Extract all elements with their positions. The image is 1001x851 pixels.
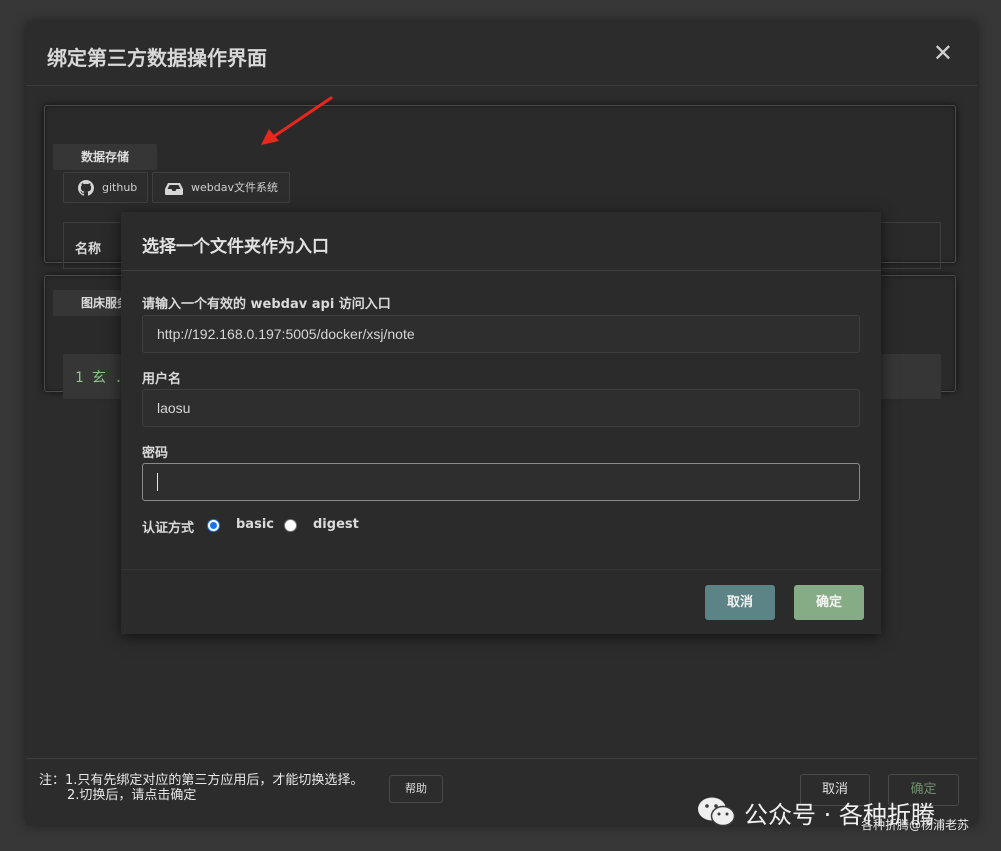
username-label: 用户名 [142, 372, 182, 387]
url-label: 请输入一个有效的 webdav api 访问入口 [142, 297, 391, 312]
radio-digest[interactable] [284, 519, 297, 532]
dialog-title: 选择一个文件夹作为入口 [142, 237, 329, 257]
outer-modal-header: 绑定第三方数据操作界面 ✕ [26, 22, 977, 86]
radio-basic-label[interactable]: basic [236, 517, 274, 532]
select-folder-dialog: 选择一个文件夹作为入口 请输入一个有效的 webdav api 访问入口 htt… [121, 212, 881, 634]
radio-basic[interactable] [207, 519, 220, 532]
annotation-arrow-icon [261, 96, 333, 145]
dialog-ok-button[interactable]: 确定 [794, 585, 864, 620]
tab-webdav-label: webdav文件系统 [191, 181, 278, 194]
auth-method-label: 认证方式 [142, 521, 195, 536]
data-storage-label: 数据存储 [53, 144, 158, 170]
note-line-1: 注：1.只有先绑定对应的第三方应用后，才能切换选择。 [39, 773, 364, 788]
password-label: 密码 [142, 446, 169, 461]
password-input[interactable] [142, 463, 860, 501]
name-column-header: 名称 [75, 242, 102, 257]
dialog-footer: 取消 确定 [121, 569, 881, 634]
dialog-header: 选择一个文件夹作为入口 [121, 212, 881, 271]
help-button[interactable]: 帮助 [389, 775, 443, 803]
close-icon[interactable]: ✕ [933, 39, 953, 68]
drive-icon [165, 183, 183, 195]
github-icon [78, 180, 94, 196]
url-input[interactable]: http://192.168.0.197:5005/docker/xsj/not… [142, 315, 860, 353]
outer-modal-title: 绑定第三方数据操作界面 [47, 46, 267, 70]
dialog-cancel-button[interactable]: 取消 [705, 585, 775, 620]
username-input[interactable]: laosu [142, 389, 860, 427]
text-caret [157, 473, 158, 491]
note-line-2: 2.切换后，请点击确定 [67, 788, 197, 803]
note-text: 注：1.只有先绑定对应的第三方应用后，才能切换选择。 2.切换后，请点击确定 [39, 773, 363, 803]
tab-webdav[interactable]: webdav文件系统 [152, 172, 290, 203]
tab-github-label: github [102, 181, 138, 194]
wechat-icon [698, 797, 735, 827]
watermark-subtext: 各种折腾@杨浦老苏 [861, 818, 970, 832]
radio-digest-label[interactable]: digest [313, 517, 359, 532]
tab-github[interactable]: github [63, 172, 148, 203]
